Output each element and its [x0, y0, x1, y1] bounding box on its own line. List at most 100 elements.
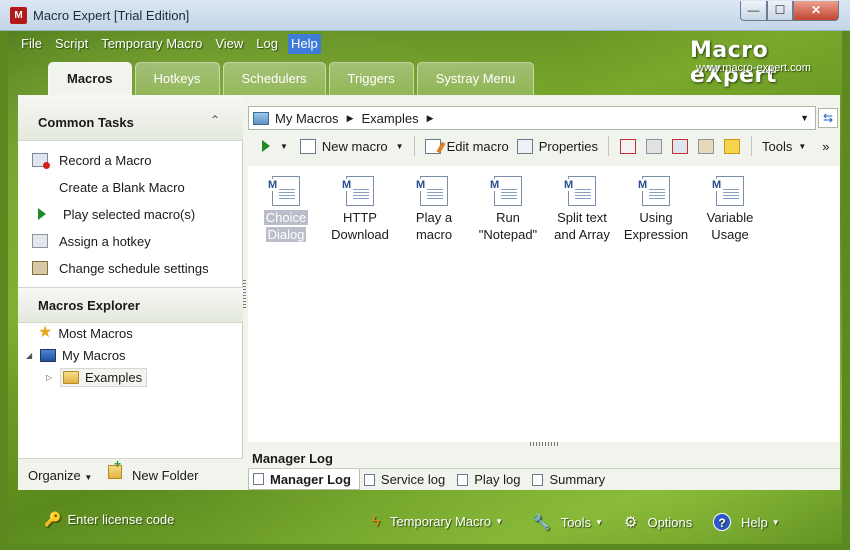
breadcrumb-examples[interactable]: Examples: [361, 111, 418, 126]
tree-selection: Examples: [60, 367, 148, 387]
address-bar[interactable]: My Macros ▶ Examples ▶ ▼: [248, 106, 816, 130]
task-label: Assign a hotkey: [59, 233, 151, 249]
macro-file-item[interactable]: Variable Usage: [695, 176, 765, 243]
toolbar-separator: [413, 136, 415, 156]
file-name-line1: Play a: [415, 210, 453, 225]
window-title: Macro Expert [Trial Edition]: [33, 8, 190, 23]
log-panel-title: Manager Log: [252, 451, 333, 466]
file-name-line2: Download: [331, 227, 389, 242]
task-label: Create a Blank Macro: [59, 179, 185, 195]
location-icon: [253, 111, 269, 125]
task-create-blank-macro[interactable]: Create a Blank Macro: [32, 176, 185, 198]
tab-hotkeys[interactable]: Hotkeys: [134, 62, 220, 95]
macro-file-item[interactable]: Using Expression: [621, 176, 691, 243]
file-name-line1: Variable: [706, 210, 754, 225]
tab-macros[interactable]: Macros: [48, 62, 132, 97]
play-dropdown-icon[interactable]: ▼: [280, 142, 288, 151]
macro-file-item[interactable]: Play a macro: [399, 176, 469, 243]
breadcrumb-my-macros[interactable]: My Macros: [275, 111, 339, 126]
file-name-line1: Choice: [263, 210, 309, 225]
menu-temporary-macro[interactable]: Temporary Macro: [98, 34, 205, 54]
tab-schedulers[interactable]: Schedulers: [222, 62, 326, 95]
macro-files-area: Choice Dialog HTTP Download Play a macro…: [248, 166, 840, 442]
schedule-toolbar-icon[interactable]: [697, 138, 714, 154]
macro-file-icon: [489, 176, 522, 206]
checklist-icon[interactable]: [619, 138, 636, 154]
play-button[interactable]: [262, 140, 270, 152]
edit-macro-button[interactable]: Edit macro: [421, 138, 513, 154]
tab-triggers[interactable]: Triggers: [328, 62, 414, 95]
tree-item-my-macros[interactable]: ◢ My Macros: [26, 345, 126, 365]
lock-icon[interactable]: [645, 138, 662, 154]
log-tab-summary[interactable]: Summary: [528, 469, 613, 490]
toolbar-separator: [607, 136, 609, 156]
menu-file[interactable]: File: [18, 34, 45, 54]
new-folder-icon: [108, 457, 122, 479]
menu-view[interactable]: View: [212, 34, 246, 54]
options-button[interactable]: ⚙ Options: [624, 513, 692, 531]
task-label: Change schedule settings: [59, 260, 209, 276]
properties-button[interactable]: Properties: [513, 138, 602, 154]
tree-label: Most Macros: [58, 325, 133, 341]
task-assign-hotkey[interactable]: Assign a hotkey: [32, 230, 151, 252]
file-name-line2: "Notepad": [478, 227, 538, 242]
toolbar-overflow-icon[interactable]: »: [822, 139, 829, 154]
enter-license-link[interactable]: 🔑 Enter license code: [44, 511, 174, 528]
macro-file-item[interactable]: HTTP Download: [325, 176, 395, 243]
breadcrumb-arrow-icon[interactable]: ▶: [427, 113, 434, 124]
file-name-line2: Usage: [711, 227, 749, 242]
wrench-icon: 🔧: [532, 514, 551, 531]
expanded-arrow-icon[interactable]: ◢: [26, 351, 36, 360]
address-dropdown-icon[interactable]: ▼: [800, 113, 809, 123]
task-record-macro[interactable]: Record a Macro: [32, 149, 151, 171]
close-button[interactable]: ✕: [793, 1, 839, 21]
maximize-button[interactable]: ☐: [767, 1, 793, 21]
record-macro-icon[interactable]: [671, 138, 688, 154]
toolbar-separator: [750, 136, 752, 156]
tab-systray-menu[interactable]: Systray Menu: [416, 62, 535, 95]
app-icon: M: [10, 7, 27, 24]
file-name-line1: Run: [496, 210, 520, 225]
collapsed-arrow-icon[interactable]: ▷: [46, 373, 56, 382]
new-macro-button[interactable]: New macro ▼: [296, 138, 408, 154]
tree-item-examples[interactable]: ▷ Examples: [46, 367, 148, 387]
refresh-icon[interactable]: ⇆: [818, 108, 838, 128]
menu-log[interactable]: Log: [253, 34, 281, 54]
tools-button[interactable]: 🔧 Tools ▼: [532, 513, 603, 531]
breadcrumb-arrow-icon[interactable]: ▶: [347, 113, 354, 124]
log-tab-manager[interactable]: Manager Log: [248, 469, 360, 490]
pane-splitter[interactable]: [243, 280, 246, 310]
menu-script[interactable]: Script: [52, 34, 91, 54]
log-splitter-grip[interactable]: [530, 442, 560, 446]
new-folder-button[interactable]: New Folder: [132, 468, 198, 483]
toolbar: ▼ New macro ▼ Edit macro Properties Tool…: [248, 132, 840, 160]
file-name-line2: Expression: [623, 227, 689, 242]
help-button[interactable]: ? Help ▼: [713, 513, 780, 531]
macro-file-item[interactable]: Run "Notepad": [473, 176, 543, 243]
file-name-line2: and Array: [554, 227, 610, 242]
keyboard-icon: [32, 234, 48, 248]
tree-item-most-macros[interactable]: ★ Most Macros: [38, 323, 133, 343]
task-change-schedule[interactable]: Change schedule settings: [32, 257, 209, 279]
menu-help[interactable]: Help: [287, 34, 321, 54]
collapse-icon[interactable]: ⌃: [210, 113, 220, 127]
file-name-line1: Split text: [557, 210, 607, 225]
brand-url: www.macro-expert.com: [696, 62, 811, 74]
macro-file-item[interactable]: Split text and Array: [547, 176, 617, 243]
macro-file-icon: [267, 176, 300, 206]
log-tab-service[interactable]: Service log: [360, 469, 453, 490]
macro-file-item[interactable]: Choice Dialog: [251, 176, 321, 243]
tools-dropdown[interactable]: Tools ▼: [758, 139, 810, 154]
macro-file-icon: [711, 176, 744, 206]
minimize-button[interactable]: —: [740, 1, 767, 21]
temporary-macro-button[interactable]: ϟ Temporary Macro ▼: [372, 513, 503, 530]
log-tabs: Manager Log Service log Play log Summary: [248, 468, 840, 490]
organize-button[interactable]: Organize ▼: [28, 468, 92, 483]
macro-file-icon: [637, 176, 670, 206]
task-play-selected[interactable]: Play selected macro(s): [32, 203, 195, 225]
key-icon: 🔑: [44, 511, 62, 527]
lightning-icon[interactable]: [723, 138, 740, 154]
log-tab-play[interactable]: Play log: [453, 469, 528, 490]
log-icon: [363, 473, 375, 486]
play-icon: [38, 208, 46, 220]
